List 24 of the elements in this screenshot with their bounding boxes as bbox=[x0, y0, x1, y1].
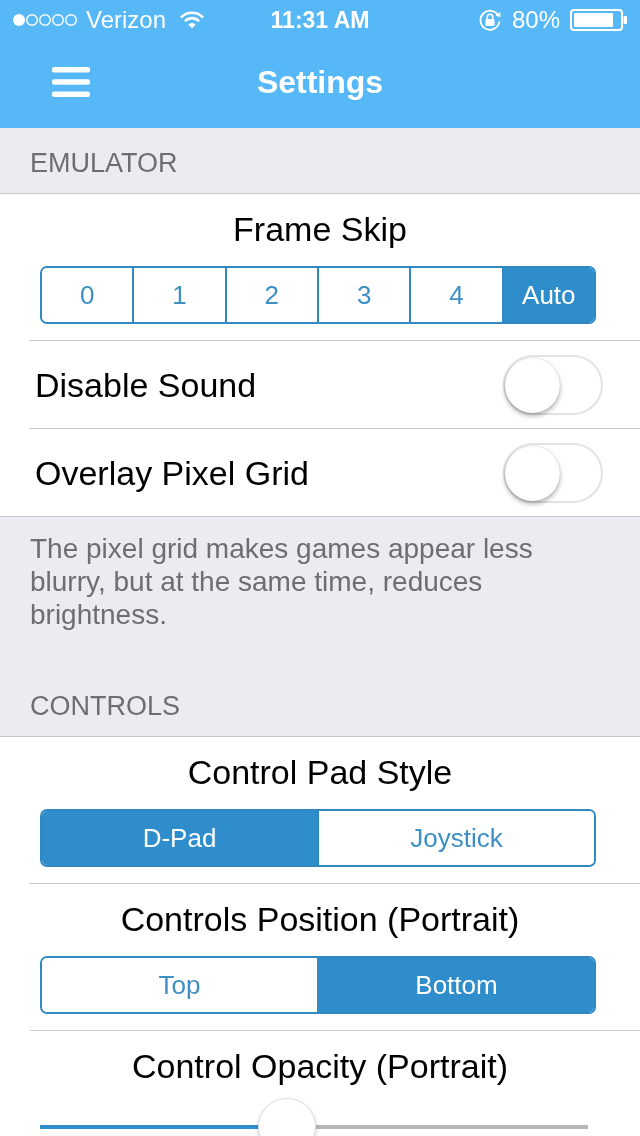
setting-label: Disable Sound bbox=[35, 364, 257, 405]
setting-title: Control Opacity (Portrait) bbox=[132, 1046, 508, 1086]
status-time: 11:31 AM bbox=[270, 6, 370, 34]
battery-percent: 80% bbox=[511, 6, 560, 34]
segment-option[interactable]: Joystick bbox=[317, 811, 594, 865]
rotation-lock-icon bbox=[477, 8, 502, 32]
segment-option[interactable]: Bottom bbox=[317, 958, 594, 1012]
signal-icon bbox=[12, 13, 78, 27]
section-header: EMULATOR bbox=[29, 147, 179, 181]
segment-option[interactable]: Auto bbox=[501, 268, 594, 322]
toggle-switch[interactable] bbox=[503, 442, 603, 503]
setting-title: Controls Position (Portrait) bbox=[120, 899, 520, 939]
section-footer: The pixel grid makes games appear less blurry, but at the same time, reduces brightness. bbox=[0, 517, 640, 671]
section-header: CONTROLS bbox=[29, 690, 182, 724]
carrier-name: Verizon bbox=[86, 6, 167, 34]
setting-title: Frame Skip bbox=[233, 209, 407, 249]
nav-title: Settings bbox=[256, 63, 384, 101]
wifi-icon bbox=[180, 11, 205, 29]
battery-icon bbox=[570, 9, 628, 31]
setting-title: Control Pad Style bbox=[187, 752, 453, 792]
toggle-switch[interactable] bbox=[503, 354, 603, 415]
segment-option[interactable]: D-Pad bbox=[42, 811, 317, 865]
menu-icon[interactable] bbox=[52, 67, 90, 97]
setting-label: Overlay Pixel Grid bbox=[35, 452, 309, 493]
